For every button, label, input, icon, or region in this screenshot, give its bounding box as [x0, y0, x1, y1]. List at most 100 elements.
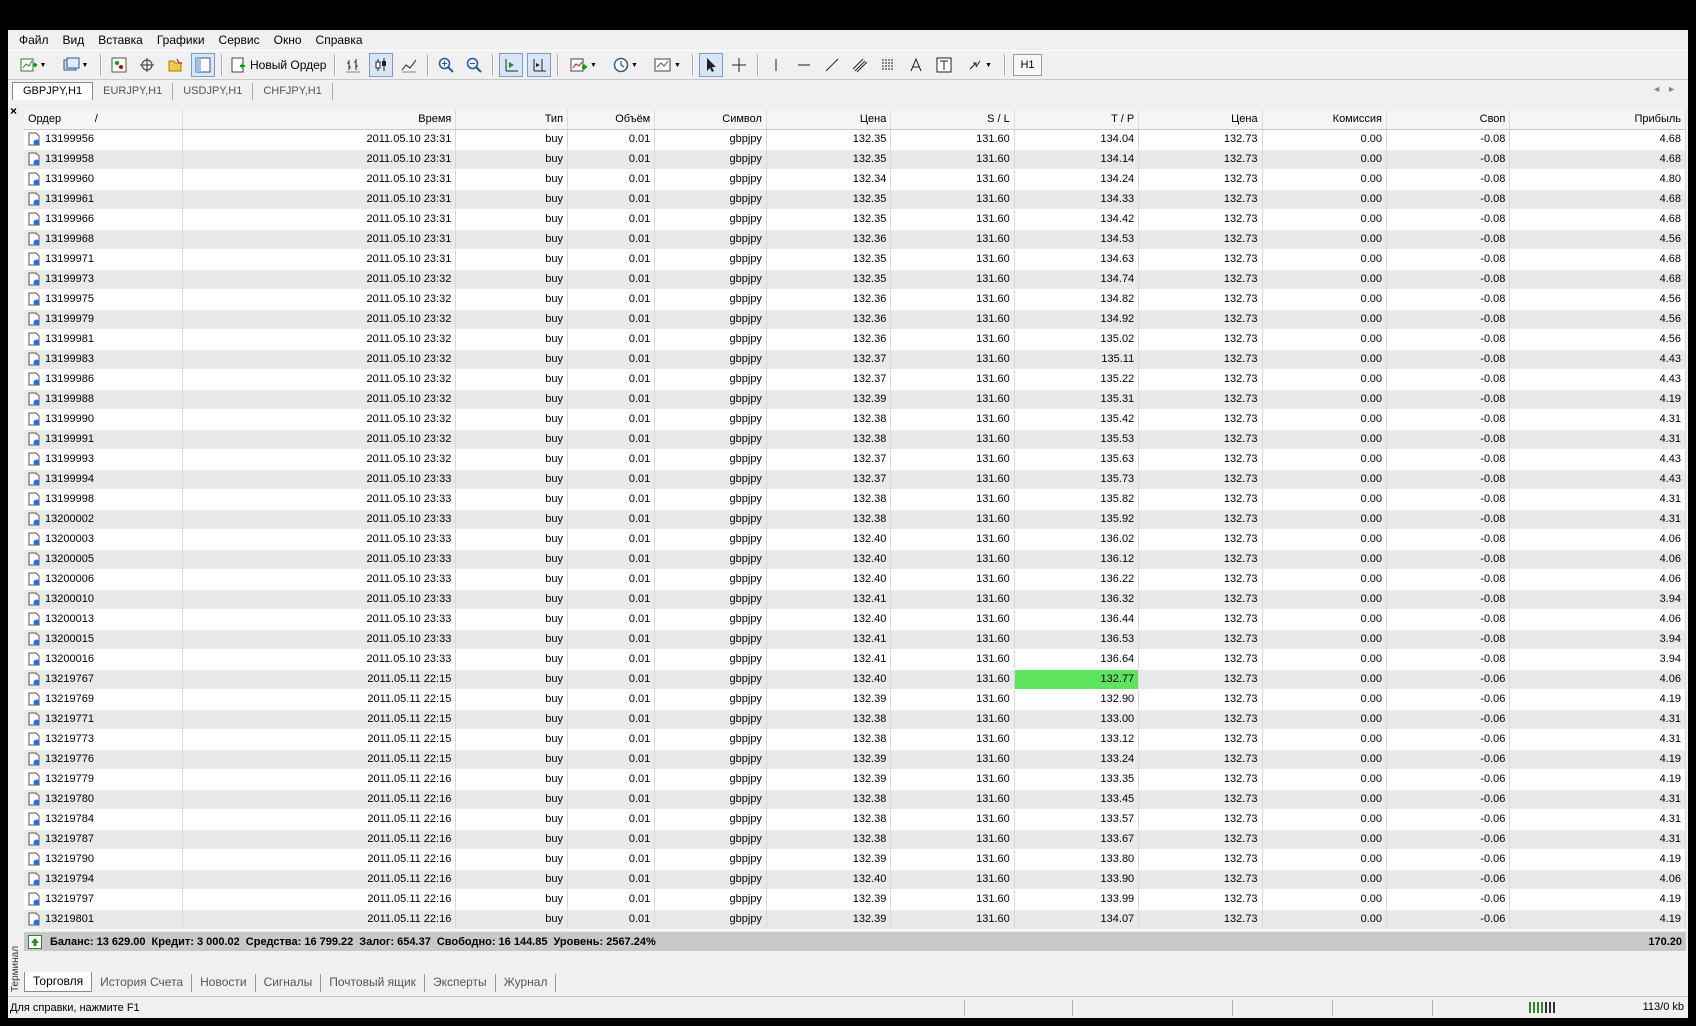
tab-trade[interactable]: Торговля — [24, 972, 93, 992]
col-header-tp[interactable]: T / P — [1014, 110, 1140, 130]
terminal-toggle-button[interactable] — [191, 53, 215, 77]
col-header-order[interactable]: Ордер / — [24, 110, 183, 130]
menu-view[interactable]: Вид — [56, 30, 92, 50]
table-row[interactable]: 13219797 2011.05.11 22:16 buy 0.01 gbpjpy 132… — [24, 889, 1686, 910]
table-row[interactable]: 13199956 2011.05.10 23:31 buy 0.01 gbpjpy 132… — [24, 129, 1686, 150]
horizontal-line-button[interactable] — [792, 53, 816, 77]
data-window-button[interactable] — [135, 53, 159, 77]
table-row[interactable]: 13199983 2011.05.10 23:32 buy 0.01 gbpjpy 132… — [24, 349, 1686, 370]
table-row[interactable]: 13199998 2011.05.10 23:33 buy 0.01 gbpjpy 132… — [24, 489, 1686, 510]
col-header-commission[interactable]: Комиссия — [1262, 110, 1388, 130]
table-row[interactable]: 13199979 2011.05.10 23:32 buy 0.01 gbpjpy 132… — [24, 309, 1686, 330]
table-row[interactable]: 13219787 2011.05.11 22:16 buy 0.01 gbpjpy 132… — [24, 829, 1686, 850]
equidistant-channel-button[interactable] — [848, 53, 872, 77]
col-header-current-price[interactable]: Цена — [1138, 110, 1263, 130]
chart-shift-button[interactable] — [527, 53, 552, 77]
line-chart-button[interactable] — [397, 53, 421, 77]
table-row[interactable]: 13219780 2011.05.11 22:16 buy 0.01 gbpjpy 132… — [24, 789, 1686, 810]
close-terminal-icon[interactable]: × — [10, 104, 17, 118]
table-row[interactable]: 13200010 2011.05.10 23:33 buy 0.01 gbpjpy 132… — [24, 589, 1686, 610]
col-header-swap[interactable]: Своп — [1386, 110, 1511, 130]
table-row[interactable]: 13199958 2011.05.10 23:31 buy 0.01 gbpjpy 132… — [24, 149, 1686, 170]
vertical-line-button[interactable] — [764, 53, 788, 77]
table-row[interactable]: 13199988 2011.05.10 23:32 buy 0.01 gbpjpy 132… — [24, 389, 1686, 410]
new-order-button[interactable]: Новый Ордер — [226, 53, 330, 77]
navigator-button[interactable] — [163, 53, 187, 77]
table-row[interactable]: 13199973 2011.05.10 23:32 buy 0.01 gbpjpy 132… — [24, 269, 1686, 290]
col-header-symbol[interactable]: Символ — [654, 110, 767, 130]
text-label-button[interactable] — [932, 53, 956, 77]
crosshair-button[interactable] — [727, 53, 751, 77]
table-row[interactable]: 13219801 2011.05.11 22:16 buy 0.01 gbpjpy 132… — [24, 909, 1686, 930]
col-header-type[interactable]: Тип — [455, 110, 569, 130]
text-button[interactable] — [904, 53, 928, 77]
fibonacci-button[interactable] — [876, 53, 900, 77]
chart-tab-usdjpy[interactable]: USDJPY,H1 — [173, 83, 254, 100]
table-row[interactable]: 13219773 2011.05.11 22:15 buy 0.01 gbpjpy 132… — [24, 729, 1686, 750]
indicators-button[interactable]: ▼ — [564, 53, 602, 77]
table-row[interactable]: 13200003 2011.05.10 23:33 buy 0.01 gbpjpy 132… — [24, 529, 1686, 550]
new-chart-button[interactable]: ▼ — [14, 53, 52, 77]
tab-account-history[interactable]: История Счета — [92, 974, 193, 992]
table-row[interactable]: 13199961 2011.05.10 23:31 buy 0.01 gbpjpy 132… — [24, 189, 1686, 210]
menu-window[interactable]: Окно — [267, 30, 309, 50]
chart-tab-eurjpy[interactable]: EURJPY,H1 — [93, 83, 174, 100]
tab-mailbox[interactable]: Почтовый ящик — [321, 974, 425, 992]
profiles-button[interactable]: ▼ — [56, 53, 94, 77]
table-row[interactable]: 13199986 2011.05.10 23:32 buy 0.01 gbpjpy 132… — [24, 369, 1686, 390]
table-row[interactable]: 13199991 2011.05.10 23:32 buy 0.01 gbpjpy 132… — [24, 429, 1686, 450]
col-header-time[interactable]: Время — [182, 110, 457, 130]
table-row[interactable]: 13219767 2011.05.11 22:15 buy 0.01 gbpjpy 132… — [24, 669, 1686, 690]
menu-help[interactable]: Справка — [309, 30, 370, 50]
arrows-button[interactable]: ▼ — [960, 53, 998, 77]
table-row[interactable]: 13200002 2011.05.10 23:33 buy 0.01 gbpjpy 132… — [24, 509, 1686, 530]
table-row[interactable]: 13219771 2011.05.11 22:15 buy 0.01 gbpjpy 132… — [24, 709, 1686, 730]
chart-tab-chfjpy[interactable]: CHFJPY,H1 — [253, 83, 333, 100]
menu-file[interactable]: Файл — [12, 30, 56, 50]
table-row[interactable]: 13219794 2011.05.11 22:16 buy 0.01 gbpjpy 132… — [24, 869, 1686, 890]
trendline-button[interactable] — [820, 53, 844, 77]
table-row[interactable]: 13199981 2011.05.10 23:32 buy 0.01 gbpjpy 132… — [24, 329, 1686, 350]
auto-scroll-button[interactable] — [499, 53, 524, 77]
table-row[interactable]: 13199994 2011.05.10 23:33 buy 0.01 gbpjpy 132… — [24, 469, 1686, 490]
table-row[interactable]: 13219776 2011.05.11 22:15 buy 0.01 gbpjpy 132… — [24, 749, 1686, 770]
table-row[interactable]: 13199968 2011.05.10 23:31 buy 0.01 gbpjpy 132… — [24, 229, 1686, 250]
templates-button[interactable]: ▼ — [648, 53, 686, 77]
table-row[interactable]: 13200006 2011.05.10 23:33 buy 0.01 gbpjpy 132… — [24, 569, 1686, 590]
table-row[interactable]: 13200013 2011.05.10 23:33 buy 0.01 gbpjpy 132… — [24, 609, 1686, 630]
table-row[interactable]: 13199975 2011.05.10 23:32 buy 0.01 gbpjpy 132… — [24, 289, 1686, 310]
table-row[interactable]: 13199993 2011.05.10 23:32 buy 0.01 gbpjpy 132… — [24, 449, 1686, 470]
col-header-sl[interactable]: S / L — [890, 110, 1015, 130]
table-row[interactable]: 13219784 2011.05.11 22:16 buy 0.01 gbpjpy 132… — [24, 809, 1686, 830]
col-header-profit[interactable]: Прибыль — [1509, 110, 1686, 130]
col-header-volume[interactable]: Объём — [567, 110, 656, 130]
tab-journal[interactable]: Журнал — [496, 974, 557, 992]
table-row[interactable]: 13219769 2011.05.11 22:15 buy 0.01 gbpjpy 132… — [24, 689, 1686, 710]
candlestick-chart-button[interactable] — [369, 53, 394, 77]
menu-charts[interactable]: Графики — [150, 30, 212, 50]
chart-tab-gbpjpy[interactable]: GBPJPY,H1 — [12, 82, 94, 100]
table-row[interactable]: 13219779 2011.05.11 22:16 buy 0.01 gbpjpy 132… — [24, 769, 1686, 790]
table-row[interactable]: 13200005 2011.05.10 23:33 buy 0.01 gbpjpy 132… — [24, 549, 1686, 570]
chart-tabs-scroll-arrows[interactable]: ◄► — [1652, 84, 1682, 94]
table-row[interactable]: 13199960 2011.05.10 23:31 buy 0.01 gbpjpy 132… — [24, 169, 1686, 190]
table-row[interactable]: 13219790 2011.05.11 22:16 buy 0.01 gbpjpy 132… — [24, 849, 1686, 870]
table-row[interactable]: 13200016 2011.05.10 23:33 buy 0.01 gbpjpy 132… — [24, 649, 1686, 670]
bar-chart-button[interactable] — [341, 53, 365, 77]
tab-news[interactable]: Новости — [192, 974, 256, 992]
zoom-out-button[interactable] — [462, 53, 486, 77]
table-row[interactable]: 13199966 2011.05.10 23:31 buy 0.01 gbpjpy 132… — [24, 209, 1686, 230]
timeframe-h1-button[interactable]: H1 — [1013, 54, 1042, 76]
col-header-open-price[interactable]: Цена — [766, 110, 892, 130]
menu-tools[interactable]: Сервис — [212, 30, 267, 50]
periods-button[interactable]: ▼ — [606, 53, 644, 77]
tab-signals[interactable]: Сигналы — [256, 974, 322, 992]
menu-insert[interactable]: Вставка — [91, 30, 150, 50]
cursor-button[interactable] — [699, 53, 724, 77]
table-row[interactable]: 13200015 2011.05.10 23:33 buy 0.01 gbpjpy 132… — [24, 629, 1686, 650]
tab-experts[interactable]: Эксперты — [425, 974, 496, 992]
table-row[interactable]: 13199971 2011.05.10 23:31 buy 0.01 gbpjpy 132… — [24, 249, 1686, 270]
table-row[interactable]: 13199990 2011.05.10 23:32 buy 0.01 gbpjpy 132… — [24, 409, 1686, 430]
zoom-in-button[interactable] — [434, 53, 458, 77]
market-watch-button[interactable] — [107, 53, 131, 77]
